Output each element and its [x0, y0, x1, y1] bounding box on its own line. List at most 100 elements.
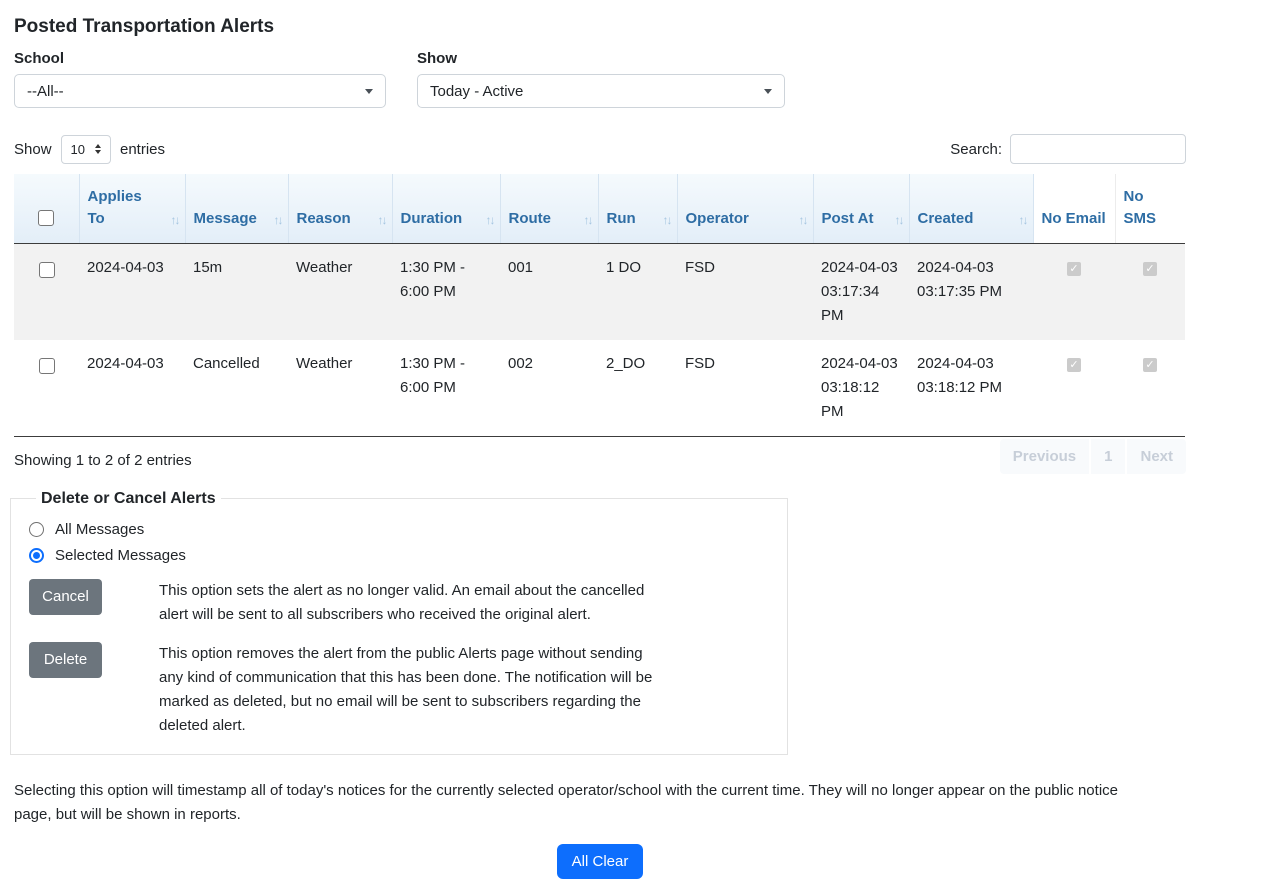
- cell-no-sms: ✓: [1115, 243, 1185, 340]
- column-header-run[interactable]: Run ↑↓: [598, 174, 677, 243]
- sort-icon: ↑↓: [1019, 212, 1027, 229]
- column-header-select-all: [14, 174, 79, 243]
- search-label: Search:: [950, 141, 1002, 158]
- cell-route: 002: [500, 340, 598, 437]
- cell-select: [14, 340, 79, 437]
- cell-reason: Weather: [288, 340, 392, 437]
- table-footer-row: Showing 1 to 2 of 2 entries Previous 1 N…: [14, 439, 1186, 474]
- radio-row-all-messages: All Messages: [29, 521, 771, 538]
- sort-icon: ↑↓: [663, 212, 671, 229]
- school-filter-label: School: [14, 50, 386, 67]
- radio-selected-messages[interactable]: [29, 548, 44, 563]
- cell-duration: 1:30 PM - 6:00 PM: [392, 340, 500, 437]
- sort-icon: ↑↓: [799, 212, 807, 229]
- column-header-reason[interactable]: Reason ↑↓: [288, 174, 392, 243]
- pagination-next[interactable]: Next: [1127, 439, 1186, 474]
- column-header-label: Operator: [686, 210, 749, 227]
- cell-created: 2024-04-03 03:17:35 PM: [909, 243, 1033, 340]
- cell-created: 2024-04-03 03:18:12 PM: [909, 340, 1033, 437]
- column-header-route[interactable]: Route ↑↓: [500, 174, 598, 243]
- cell-applies-to: 2024-04-03: [79, 243, 185, 340]
- cell-post-at: 2024-04-03 03:18:12 PM: [813, 340, 909, 437]
- cell-no-email: ✓: [1033, 340, 1115, 437]
- sort-icon: ↑↓: [274, 212, 282, 229]
- fieldset-legend: Delete or Cancel Alerts: [36, 490, 221, 508]
- show-filter-label: Show: [417, 50, 785, 67]
- radio-all-messages-label: All Messages: [55, 521, 144, 538]
- column-header-created[interactable]: Created ↑↓: [909, 174, 1033, 243]
- caret-down-icon: [365, 89, 373, 94]
- entries-select[interactable]: 10: [61, 135, 111, 164]
- check-icon: ✓: [1069, 263, 1078, 275]
- cell-message: Cancelled: [185, 340, 288, 437]
- column-header-message[interactable]: Message ↑↓: [185, 174, 288, 243]
- table-row: 2024-04-03 Cancelled Weather 1:30 PM - 6…: [14, 340, 1185, 437]
- column-header-label: No Email: [1042, 210, 1106, 227]
- sort-icon: ↑↓: [486, 212, 494, 229]
- pagination-page-1[interactable]: 1: [1091, 439, 1125, 474]
- school-select[interactable]: --All--: [14, 74, 386, 108]
- cell-operator: FSD: [677, 340, 813, 437]
- cell-duration: 1:30 PM - 6:00 PM: [392, 243, 500, 340]
- column-header-label: Applies To: [88, 188, 142, 227]
- cell-no-email: ✓: [1033, 243, 1115, 340]
- entries-length-control: Show 10 entries: [14, 135, 165, 164]
- search-control: Search:: [950, 134, 1186, 164]
- alerts-table: Applies To ↑↓ Message ↑↓ Reason ↑↓ Durat…: [14, 174, 1185, 437]
- check-icon: ✓: [1145, 263, 1154, 275]
- table-info: Showing 1 to 2 of 2 entries: [14, 444, 192, 469]
- page-title: Posted Transportation Alerts: [14, 16, 1186, 38]
- column-header-label: Run: [607, 210, 636, 227]
- school-select-value: --All--: [27, 83, 64, 100]
- cell-no-sms: ✓: [1115, 340, 1185, 437]
- page-container: Posted Transportation Alerts School --Al…: [14, 16, 1186, 879]
- sort-icon: ↑↓: [378, 212, 386, 229]
- delete-cancel-fieldset: Delete or Cancel Alerts All Messages Sel…: [10, 490, 788, 755]
- select-all-checkbox[interactable]: [38, 210, 54, 226]
- search-input[interactable]: [1010, 134, 1186, 164]
- pagination-previous[interactable]: Previous: [1000, 439, 1089, 474]
- cell-applies-to: 2024-04-03: [79, 340, 185, 437]
- column-header-operator[interactable]: Operator ↑↓: [677, 174, 813, 243]
- column-header-label: Route: [509, 210, 552, 227]
- show-filter: Show Today - Active: [417, 50, 785, 108]
- entries-prefix-label: Show: [14, 141, 52, 158]
- cancel-button[interactable]: Cancel: [29, 579, 102, 615]
- cell-run: 1 DO: [598, 243, 677, 340]
- cell-post-at: 2024-04-03 03:17:34 PM: [813, 243, 909, 340]
- row-select-checkbox[interactable]: [39, 262, 55, 278]
- caret-down-icon: [764, 89, 772, 94]
- sort-icon: ↑↓: [895, 212, 903, 229]
- cell-message: 15m: [185, 243, 288, 340]
- radio-row-selected-messages: Selected Messages: [29, 547, 771, 564]
- column-header-post-at[interactable]: Post At ↑↓: [813, 174, 909, 243]
- checked-disabled-checkbox: ✓: [1143, 262, 1157, 276]
- column-header-label: Duration: [401, 210, 463, 227]
- show-select[interactable]: Today - Active: [417, 74, 785, 108]
- cancel-description: This option sets the alert as no longer …: [159, 579, 664, 627]
- checked-disabled-checkbox: ✓: [1067, 262, 1081, 276]
- check-icon: ✓: [1069, 359, 1078, 371]
- cell-operator: FSD: [677, 243, 813, 340]
- column-header-label: No SMS: [1124, 188, 1157, 227]
- entries-suffix-label: entries: [120, 141, 165, 158]
- column-header-label: Post At: [822, 210, 874, 227]
- pagination: Previous 1 Next: [1000, 439, 1186, 474]
- delete-action-row: Delete This option removes the alert fro…: [29, 642, 771, 738]
- show-select-value: Today - Active: [430, 83, 523, 100]
- cell-select: [14, 243, 79, 340]
- cell-reason: Weather: [288, 243, 392, 340]
- cell-run: 2_DO: [598, 340, 677, 437]
- check-icon: ✓: [1145, 359, 1154, 371]
- column-header-duration[interactable]: Duration ↑↓: [392, 174, 500, 243]
- up-down-spinner-icon: [95, 144, 101, 154]
- radio-all-messages[interactable]: [29, 522, 44, 537]
- all-clear-button[interactable]: All Clear: [557, 844, 644, 879]
- filters-row: School --All-- Show Today - Active: [14, 50, 1186, 108]
- column-header-applies-to[interactable]: Applies To ↑↓: [79, 174, 185, 243]
- cell-route: 001: [500, 243, 598, 340]
- all-clear-description: Selecting this option will timestamp all…: [14, 779, 1139, 827]
- row-select-checkbox[interactable]: [39, 358, 55, 374]
- delete-button[interactable]: Delete: [29, 642, 102, 678]
- radio-selected-messages-label: Selected Messages: [55, 547, 186, 564]
